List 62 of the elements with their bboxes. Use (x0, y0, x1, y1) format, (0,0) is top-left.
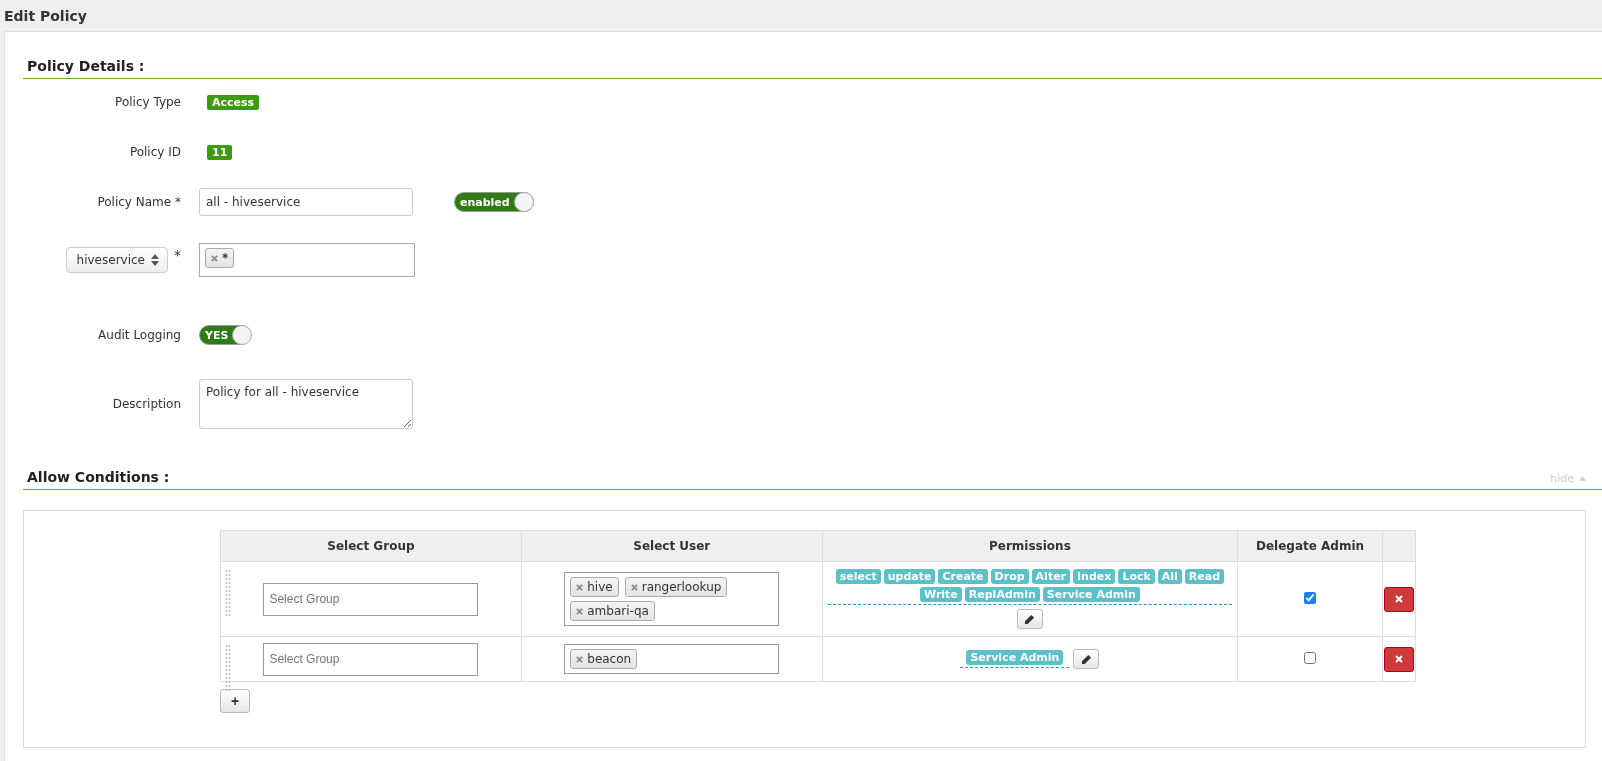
group-field[interactable]: Select Group (263, 642, 479, 676)
edit-button[interactable] (1073, 649, 1100, 669)
permission-label: ReplAdmin (964, 587, 1040, 602)
permission-label: Alter (1031, 569, 1071, 584)
policy-name-field[interactable]: all - hiveservice (199, 188, 413, 216)
field-label: Policy Type (114, 95, 181, 109)
permission-label: All (1157, 569, 1182, 584)
pencil-icon (1024, 613, 1036, 625)
remove-icon (576, 655, 584, 663)
resource-field[interactable]: * (199, 243, 415, 277)
permission-label: update (883, 569, 936, 584)
policy-id-badge: 11 (207, 144, 233, 160)
service-select[interactable]: hiveservice (65, 247, 168, 273)
delete-button[interactable] (1384, 646, 1414, 672)
audit-logging-toggle[interactable]: YES (199, 325, 251, 345)
remove-icon (576, 583, 584, 591)
user-tag: rangerlookup (624, 577, 728, 597)
required-mark: * (174, 247, 181, 263)
permission-label: Service Admin (966, 650, 1064, 665)
add-row-button[interactable]: + (220, 689, 250, 713)
user-field[interactable]: hive rangerlookup ambari-qa (564, 572, 780, 626)
user-field[interactable]: beacon (564, 644, 780, 674)
caret-up-icon (1579, 476, 1586, 481)
delegate-admin-checkbox[interactable] (1304, 651, 1317, 664)
pencil-icon (1080, 653, 1092, 665)
permission-label: Index (1073, 569, 1116, 584)
column-header: Select Group (327, 539, 415, 553)
remove-icon (576, 607, 584, 615)
permission-label: Lock (1118, 569, 1155, 584)
description-field[interactable]: Policy for all - hiveservice (199, 379, 413, 429)
enabled-toggle[interactable]: enabled (454, 192, 534, 212)
section-heading: Allow Conditions : (27, 469, 170, 485)
permission-label: Drop (990, 569, 1029, 584)
field-label: Policy Name * (96, 195, 181, 209)
column-header: Select User (633, 539, 711, 553)
resource-tag: * (205, 248, 235, 268)
permission-label: Create (938, 569, 988, 584)
drag-handle-icon[interactable] (225, 568, 231, 618)
column-header: Permissions (989, 539, 1071, 553)
sort-arrows-icon (151, 254, 159, 266)
permission-label: Write (919, 587, 962, 602)
remove-icon (630, 583, 638, 591)
column-header: Delegate Admin (1256, 539, 1365, 553)
remove-icon (211, 254, 218, 262)
close-icon (1395, 655, 1403, 663)
field-label: Policy ID (128, 145, 181, 159)
edit-button[interactable] (1016, 609, 1043, 629)
user-tag: ambari-qa (570, 601, 655, 621)
permission-label: select (835, 569, 881, 584)
permission-label: Service Admin (1042, 587, 1140, 602)
group-field[interactable]: Select Group (263, 582, 479, 616)
field-label: Audit Logging (97, 328, 181, 342)
permission-label: Read (1184, 569, 1225, 584)
delegate-admin-checkbox[interactable] (1304, 591, 1317, 604)
page-title: Edit Policy (4, 7, 87, 24)
delete-button[interactable] (1384, 586, 1414, 612)
section-heading: Policy Details : (27, 58, 145, 74)
close-icon (1395, 595, 1403, 603)
policy-type-badge: Access (207, 94, 260, 110)
user-tag: beacon (570, 649, 638, 669)
user-tag: hive (570, 577, 619, 597)
field-label: Description (111, 397, 181, 411)
